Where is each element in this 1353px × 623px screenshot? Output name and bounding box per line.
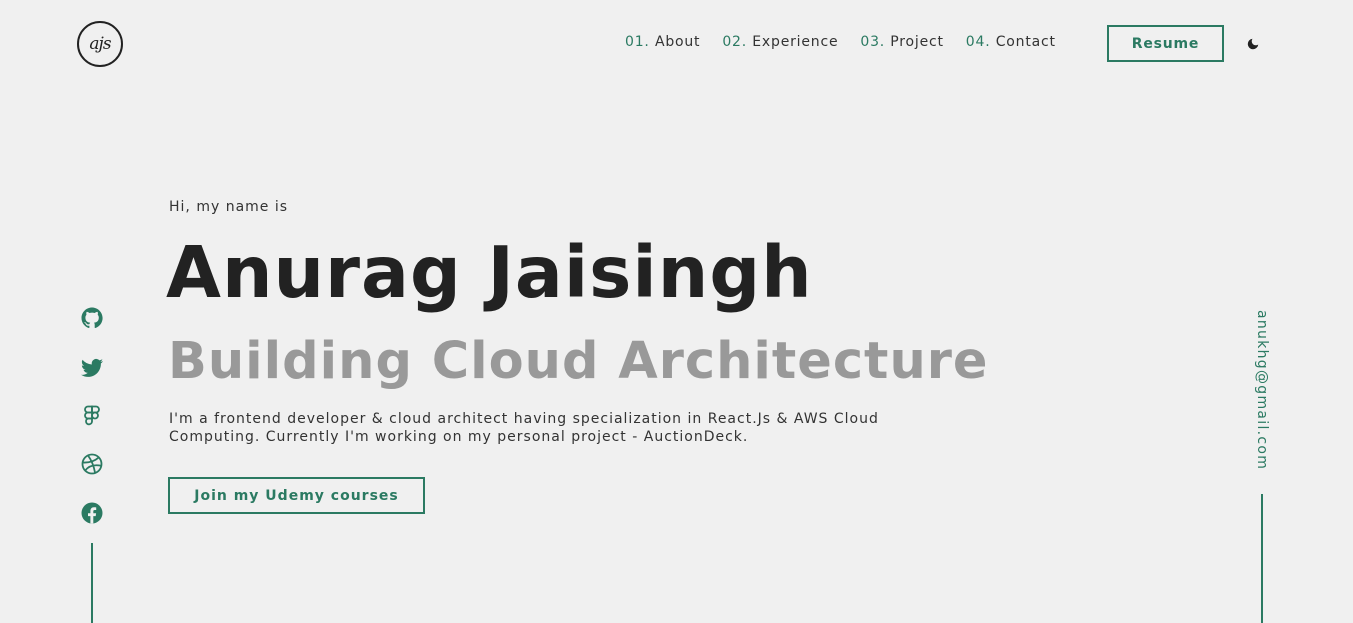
nav-item-number: 01.	[625, 34, 650, 50]
site-logo[interactable]: ajs	[77, 21, 123, 67]
hero-tagline: Building Cloud Architecture	[168, 332, 989, 391]
nav-item-label: Project	[890, 34, 944, 50]
portfolio-page: ajs 01. About 02. Experience 03. Project…	[0, 0, 1353, 623]
resume-button[interactable]: Resume	[1107, 25, 1224, 62]
nav-item-label: Experience	[752, 34, 839, 50]
facebook-icon[interactable]	[80, 501, 104, 525]
nav-item-number: 02.	[722, 34, 748, 50]
right-divider-line	[1261, 494, 1263, 623]
main-nav: 01. About 02. Experience 03. Project 04.…	[625, 34, 1078, 50]
hero-greeting: Hi, my name is	[169, 199, 289, 215]
figma-icon[interactable]	[80, 404, 104, 428]
nav-item-label: Contact	[995, 34, 1056, 50]
moon-icon[interactable]	[1246, 36, 1260, 50]
github-icon[interactable]	[80, 306, 104, 330]
nav-item-about[interactable]: 01. About	[625, 34, 700, 50]
hero-name: Anurag Jaisingh	[166, 231, 813, 314]
udemy-courses-label: Join my Udemy courses	[194, 487, 399, 504]
hero-bio: I'm a frontend developer & cloud archite…	[169, 411, 879, 445]
left-divider-line	[91, 543, 93, 623]
nav-item-project[interactable]: 03. Project	[860, 34, 943, 50]
nav-item-label: About	[654, 34, 701, 50]
nav-item-experience[interactable]: 02. Experience	[722, 34, 838, 50]
udemy-courses-button[interactable]: Join my Udemy courses	[168, 477, 425, 514]
email-link[interactable]: anukhg@gmail.com	[1254, 310, 1270, 470]
nav-item-contact[interactable]: 04. Contact	[966, 34, 1056, 50]
nav-item-number: 04.	[965, 34, 991, 50]
logo-text: ajs	[89, 34, 111, 54]
dribbble-icon[interactable]	[80, 452, 104, 476]
resume-button-label: Resume	[1131, 35, 1200, 52]
nav-item-number: 03.	[860, 34, 886, 50]
twitter-icon[interactable]	[80, 356, 104, 380]
